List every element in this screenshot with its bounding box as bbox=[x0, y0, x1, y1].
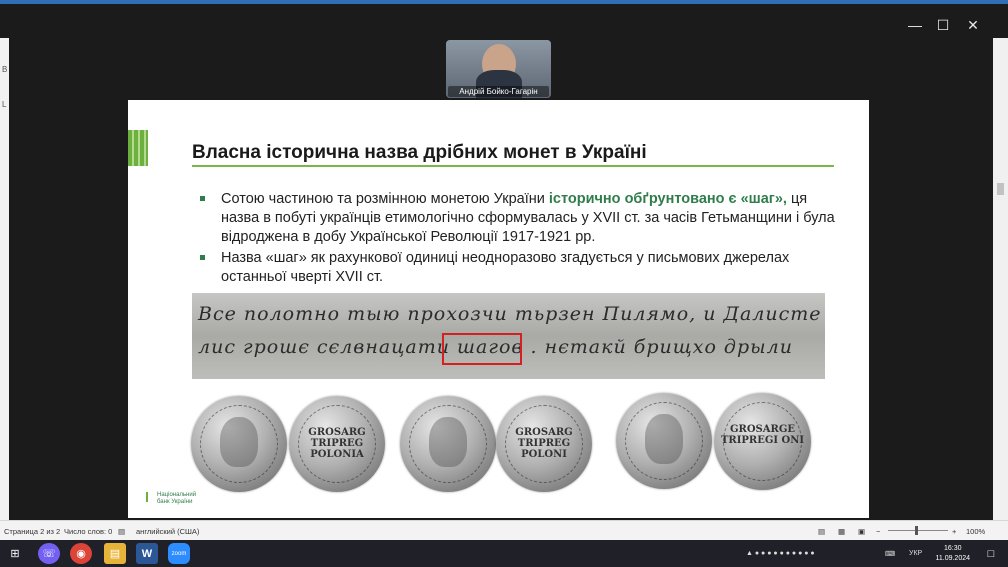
language-indicator[interactable]: английский (США) bbox=[136, 527, 199, 536]
coin-reverse: GROSARG TRIPREG POLONIA bbox=[289, 396, 385, 492]
clock-time: 16:30 bbox=[943, 545, 962, 552]
keyboard-icon[interactable]: ⌨ bbox=[885, 550, 895, 558]
word-status-bar: Страница 2 из 2 Число слов: 0 ▤ английск… bbox=[0, 520, 1008, 541]
coin-reverse: GROSARGE TRIPREGI ONI bbox=[714, 393, 811, 490]
zoom-in-icon[interactable]: + bbox=[952, 527, 956, 536]
bullet2-text: Назва «шаг» як рахункової одиниці неодно… bbox=[221, 250, 790, 285]
print-layout-icon[interactable]: ▦ bbox=[838, 527, 845, 536]
read-mode-icon[interactable]: ▤ bbox=[818, 527, 825, 536]
coin-inscription: GROSARG TRIPREG POLONIA bbox=[308, 426, 366, 460]
scrollbar-thumb[interactable] bbox=[997, 183, 1004, 195]
participant-video-tile[interactable]: Андрій Бойко-Гагарін bbox=[446, 40, 551, 98]
zoom-level[interactable]: 100% bbox=[966, 527, 985, 536]
highlight-box bbox=[442, 333, 522, 365]
language-switch[interactable]: УКР bbox=[909, 550, 922, 557]
bullet-item: Назва «шаг» як рахункової одиниці неодно… bbox=[198, 249, 838, 287]
bullet1-text: Сотою частиною та розмінною монетою Укра… bbox=[221, 191, 549, 207]
windows-taskbar: ⊞ ☏ ◉ ▤ W zoom ▲ ● ● ● ● ● ● ● ● ● ● ⌨ У… bbox=[0, 540, 1008, 567]
zoom-slider[interactable] bbox=[888, 530, 948, 531]
windows-start-icon[interactable]: ⊞ bbox=[4, 543, 26, 564]
bullet-item: Сотою частиною та розмінною монетою Укра… bbox=[198, 190, 838, 247]
coin-obverse bbox=[191, 396, 287, 492]
system-clock[interactable]: 16:30 11.09.2024 bbox=[935, 544, 970, 564]
background-document-scrollbar[interactable] bbox=[993, 38, 1008, 520]
slide-title: Власна історична назва дрібних монет в У… bbox=[192, 142, 647, 163]
page-indicator[interactable]: Страница 2 из 2 bbox=[4, 527, 60, 536]
logo-line: банк України bbox=[157, 499, 193, 505]
web-layout-icon[interactable]: ▣ bbox=[858, 527, 865, 536]
viber-icon[interactable]: ☏ bbox=[38, 543, 60, 564]
nbu-logo-icon bbox=[146, 492, 154, 502]
manuscript-image: Все полотно тыю прохозчи тьрзен Пилямо, … bbox=[192, 293, 825, 379]
nbu-logo: Національний банк України bbox=[146, 492, 196, 506]
bullet1-highlight: історично обґрунтовано є «шаг», bbox=[548, 191, 787, 207]
manuscript-line: Все полотно тыю прохозчи тьрзен Пилямо, … bbox=[198, 303, 822, 325]
coin-inscription: GROSARG TRIPREG POLONI bbox=[515, 426, 573, 460]
bullet-list: Сотою частиною та розмінною монетою Укра… bbox=[198, 190, 838, 289]
chrome-icon[interactable]: ◉ bbox=[70, 543, 92, 564]
coin-obverse bbox=[616, 393, 712, 489]
logo-line: Національний bbox=[157, 492, 197, 498]
word-icon[interactable]: W bbox=[136, 543, 158, 564]
shared-slide: Власна історична назва дрібних монет в У… bbox=[128, 100, 869, 518]
coin-inscription: GROSARGE TRIPREGI ONI bbox=[720, 424, 805, 447]
title-underline bbox=[192, 165, 834, 167]
bullet-square-icon bbox=[200, 255, 205, 260]
notification-icon[interactable]: □ bbox=[980, 543, 1002, 564]
bullet-square-icon bbox=[200, 196, 205, 201]
slide-green-accent bbox=[128, 130, 148, 166]
zoom-slider-thumb[interactable] bbox=[915, 526, 918, 535]
tray-icons[interactable]: ▲ ● ● ● ● ● ● ● ● ● ● bbox=[746, 550, 815, 557]
file-explorer-icon[interactable]: ▤ bbox=[104, 543, 126, 564]
close-icon[interactable]: ✕ bbox=[956, 14, 990, 36]
coin-obverse bbox=[400, 396, 496, 492]
maximize-icon[interactable]: ☐ bbox=[926, 14, 960, 36]
proofing-icon[interactable]: ▤ bbox=[118, 527, 125, 536]
participant-name: Андрій Бойко-Гагарін bbox=[448, 86, 549, 97]
zoom-icon[interactable]: zoom bbox=[168, 543, 190, 564]
word-count[interactable]: Число слов: 0 bbox=[64, 527, 112, 536]
zoom-out-icon[interactable]: − bbox=[876, 527, 880, 536]
background-document-left: В L bbox=[0, 38, 9, 520]
clock-date: 11.09.2024 bbox=[935, 555, 970, 562]
coin-reverse: GROSARG TRIPREG POLONI bbox=[496, 396, 592, 492]
